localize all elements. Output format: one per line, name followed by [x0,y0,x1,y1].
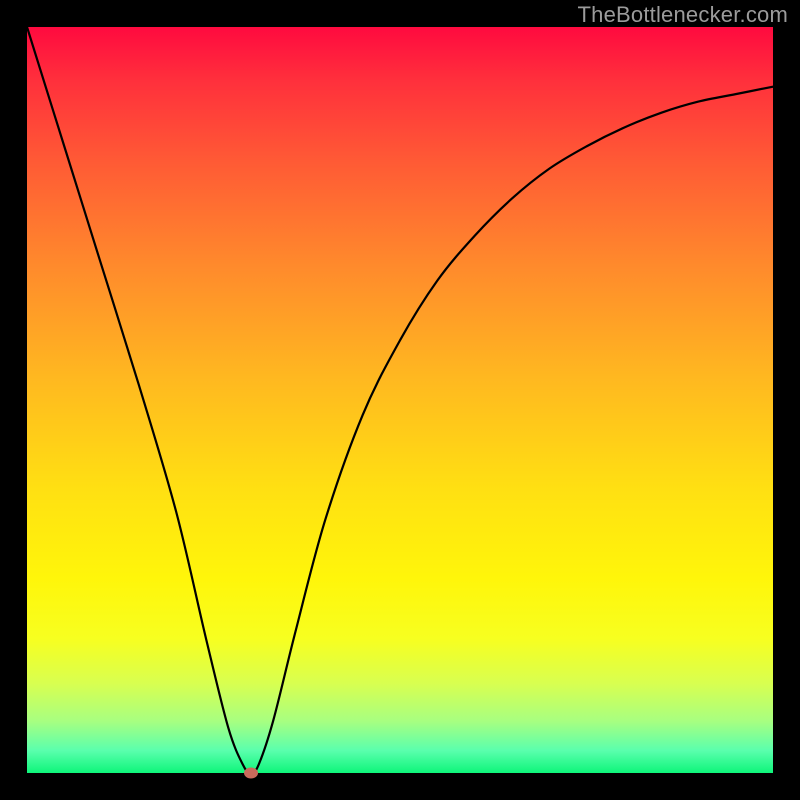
watermark-text: TheBottlenecker.com [578,2,788,28]
bottleneck-curve [27,27,773,773]
chart-frame: TheBottlenecker.com [0,0,800,800]
plot-area [27,27,773,773]
minimum-point-marker [244,768,258,779]
